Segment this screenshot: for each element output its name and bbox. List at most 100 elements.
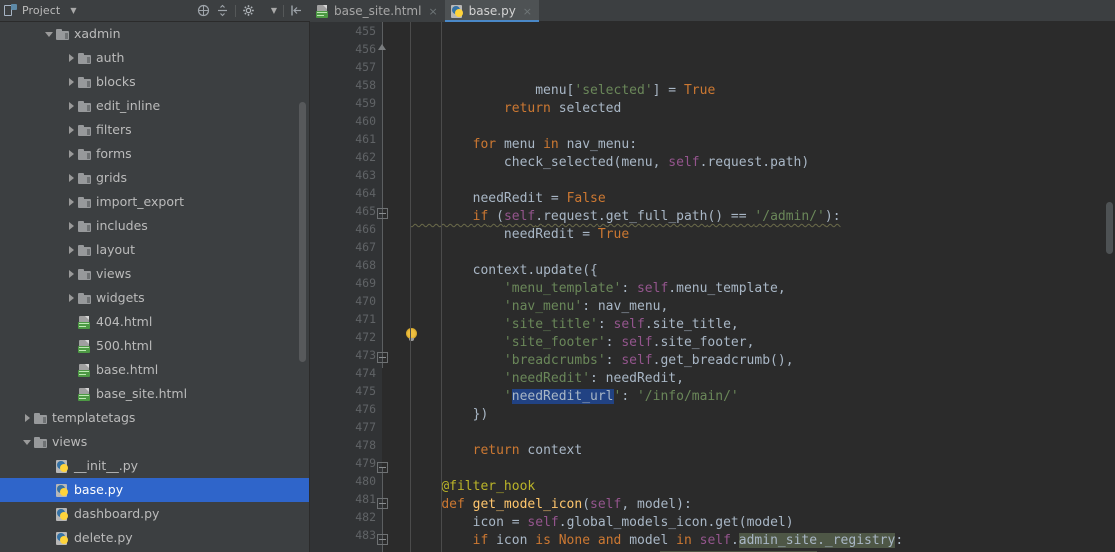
- tree-item-label: __init__.py: [74, 457, 139, 473]
- expand-arrow-icon[interactable]: [64, 270, 78, 278]
- line-number: 457: [355, 60, 376, 74]
- editor-gutter[interactable]: 455 456 457 458 459 460 461 462 463 464 465 466 467 4…: [310, 22, 388, 552]
- tree-item-label: filters: [96, 121, 132, 137]
- code-line[interactable]: }): [410, 406, 1103, 424]
- code-line[interactable]: 'breadcrumbs': self.get_breadcrumb(),: [410, 352, 1103, 370]
- code-line[interactable]: 'needRedit_url': '/info/main/': [410, 388, 1103, 406]
- code-line[interactable]: for menu in nav_menu:: [410, 136, 1103, 154]
- editor-scrollbar-track[interactable]: [1103, 22, 1115, 552]
- tree-item-base-site-html[interactable]: base_site.html: [0, 382, 309, 406]
- code-line[interactable]: menu['selected'] = True: [410, 82, 1103, 100]
- expand-arrow-icon[interactable]: [64, 222, 78, 230]
- tree-item-base-py[interactable]: base.py: [0, 478, 309, 502]
- line-number: 474: [355, 366, 376, 380]
- folder-icon: [78, 196, 91, 208]
- collapse-arrow-icon[interactable]: [42, 31, 56, 37]
- expand-arrow-icon[interactable]: [64, 294, 78, 302]
- project-module-icon: [4, 4, 17, 17]
- tree-item-auth[interactable]: auth: [0, 46, 309, 70]
- tree-item-label: templatetags: [52, 409, 136, 425]
- editor-scrollbar-thumb[interactable]: [1106, 202, 1113, 254]
- collapse-arrow-icon[interactable]: [20, 439, 34, 445]
- collapse-target-icon[interactable]: [197, 4, 210, 17]
- expand-collapse-icon[interactable]: [216, 4, 229, 17]
- expand-arrow-icon[interactable]: [64, 102, 78, 110]
- tree-item-label: xadmin: [74, 25, 121, 41]
- close-icon[interactable]: ×: [523, 6, 532, 17]
- code-line[interactable]: return selected: [410, 100, 1103, 118]
- code-line[interactable]: 'nav_menu': nav_menu,: [410, 298, 1103, 316]
- code-line[interactable]: [410, 424, 1103, 442]
- code-line[interactable]: [410, 172, 1103, 190]
- code-line[interactable]: 'needRedit': needRedit,: [410, 370, 1103, 388]
- tree-item-base-html[interactable]: base.html: [0, 358, 309, 382]
- tree-item-dashboard-py[interactable]: dashboard.py: [0, 502, 309, 526]
- tree-item-404-html[interactable]: 404.html: [0, 310, 309, 334]
- code-line[interactable]: needRedit = True: [410, 226, 1103, 244]
- hide-panel-icon[interactable]: [290, 4, 303, 17]
- expand-arrow-icon[interactable]: [20, 414, 34, 422]
- code-line[interactable]: if (self.request.get_full_path() == '/ad…: [410, 208, 1103, 226]
- tab-base-py[interactable]: base.py ×: [444, 0, 540, 22]
- tree-item-includes[interactable]: includes: [0, 214, 309, 238]
- tree-item-filters[interactable]: filters: [0, 118, 309, 142]
- expand-arrow-icon[interactable]: [64, 150, 78, 158]
- python-file-icon: [56, 483, 69, 497]
- code-line[interactable]: context.update({: [410, 262, 1103, 280]
- close-icon[interactable]: ×: [428, 6, 437, 17]
- toolbar-divider: [234, 4, 236, 17]
- code-line[interactable]: def get_model_icon(self, model):: [410, 496, 1103, 514]
- tree-item-grids[interactable]: grids: [0, 166, 309, 190]
- code-line[interactable]: icon = self.global_models_icon.get(model…: [410, 514, 1103, 532]
- expand-arrow-icon[interactable]: [64, 174, 78, 182]
- settings-gear-icon[interactable]: [242, 4, 255, 17]
- tree-item-xadmin[interactable]: xadmin: [0, 22, 309, 46]
- tree-item-500-html[interactable]: 500.html: [0, 334, 309, 358]
- tree-item-delete-py[interactable]: delete.py: [0, 526, 309, 550]
- folder-icon: [78, 100, 91, 112]
- code-content[interactable]: menu['selected'] = True return selected …: [382, 22, 1103, 552]
- line-number: 479: [355, 456, 376, 470]
- code-line[interactable]: check_selected(menu, self.request.path): [410, 154, 1103, 172]
- tree-item-templatetags[interactable]: templatetags: [0, 406, 309, 430]
- code-editor[interactable]: 455 456 457 458 459 460 461 462 463 464 465 466 467 4…: [310, 22, 1115, 552]
- project-tree-scrollbar-thumb[interactable]: [299, 102, 306, 362]
- line-number: 473: [355, 348, 376, 362]
- gear-dropdown-chevron-icon[interactable]: ▼: [271, 6, 277, 15]
- code-line[interactable]: [410, 118, 1103, 136]
- code-line[interactable]: [410, 460, 1103, 478]
- tree-item--init-py[interactable]: __init__.py: [0, 454, 309, 478]
- project-tree[interactable]: xadmin auth blocks edit_inlinefilters forms g…: [0, 22, 310, 552]
- tree-item-layout[interactable]: layout: [0, 238, 309, 262]
- expand-arrow-icon[interactable]: [64, 198, 78, 206]
- code-line[interactable]: needRedit = False: [410, 190, 1103, 208]
- project-panel-toolbar: ▼: [197, 4, 306, 17]
- code-line[interactable]: 'menu_template': self.menu_template,: [410, 280, 1103, 298]
- tab-label: base_site.html: [334, 4, 422, 18]
- tree-item-views[interactable]: views: [0, 430, 309, 454]
- tree-item-views[interactable]: views: [0, 262, 309, 286]
- code-line[interactable]: @filter_hook: [410, 478, 1103, 496]
- selected-text: needRedit_url: [511, 389, 614, 404]
- code-line[interactable]: 'site_footer': self.site_footer,: [410, 334, 1103, 352]
- code-line[interactable]: [410, 244, 1103, 262]
- line-number: 476: [355, 402, 376, 416]
- folder-icon: [78, 124, 91, 136]
- expand-arrow-icon[interactable]: [64, 54, 78, 62]
- expand-arrow-icon[interactable]: [64, 78, 78, 86]
- expand-arrow-icon[interactable]: [64, 126, 78, 134]
- tab-base_site-html[interactable]: base_site.html ×: [310, 0, 445, 22]
- tree-item-label: layout: [96, 241, 136, 257]
- code-line[interactable]: if icon is None and model in self.admin_…: [410, 532, 1103, 550]
- code-line[interactable]: 'site_title': self.site_title,: [410, 316, 1103, 334]
- expand-arrow-icon[interactable]: [64, 246, 78, 254]
- tree-item-widgets[interactable]: widgets: [0, 286, 309, 310]
- code-line[interactable]: return context: [410, 442, 1103, 460]
- tree-item-import-export[interactable]: import_export: [0, 190, 309, 214]
- line-number: 465: [355, 204, 376, 218]
- tree-item-forms[interactable]: forms: [0, 142, 309, 166]
- tree-item-blocks[interactable]: blocks: [0, 70, 309, 94]
- project-panel-header: Project ▼ ▼: [0, 0, 310, 22]
- tree-item-edit-inline[interactable]: edit_inline: [0, 94, 309, 118]
- chevron-down-icon[interactable]: ▼: [70, 6, 76, 15]
